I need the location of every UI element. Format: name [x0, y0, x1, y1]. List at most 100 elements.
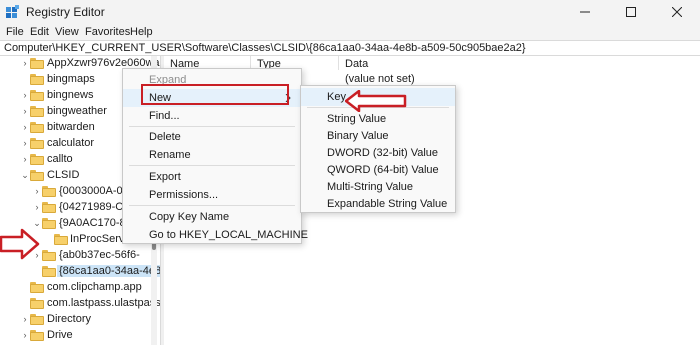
chevron-right-icon[interactable]: ›: [20, 313, 30, 325]
tree-item-label: Drive: [47, 329, 73, 341]
submenu-item-expandable-string-value[interactable]: Expandable String Value: [301, 195, 455, 213]
menu-item-label: Copy Key Name: [149, 211, 230, 223]
tree-item-label: bingweather: [47, 105, 107, 117]
menu-separator: [129, 205, 295, 206]
folder-icon: [42, 186, 56, 197]
menu-separator: [129, 126, 295, 127]
tree-item[interactable]: com.clipchamp.app: [0, 280, 160, 296]
close-button[interactable]: [654, 0, 700, 24]
chevron-right-icon[interactable]: ›: [20, 57, 30, 69]
chevron-right-icon[interactable]: ›: [20, 329, 30, 341]
chevron-right-icon[interactable]: ›: [20, 137, 30, 149]
tree-item-label: {ab0b37ec-56f6-: [59, 249, 140, 261]
folder-icon: [54, 234, 68, 245]
arrow-right-annotation-icon: [0, 228, 40, 260]
tree-item-label: {86ca1aa0-34aa-4e8b-a: [57, 265, 160, 277]
menu-item-label: Rename: [149, 149, 191, 161]
address-bar[interactable]: Computer\HKEY_CURRENT_USER\Software\Clas…: [0, 40, 700, 56]
minimize-button[interactable]: [562, 0, 608, 24]
chevron-down-icon[interactable]: ⌄: [20, 169, 30, 181]
menu-item-label: Delete: [149, 131, 181, 143]
submenu-item-dword-value[interactable]: DWORD (32-bit) Value: [301, 144, 455, 162]
menu-item-label: Find...: [149, 110, 180, 122]
menu-item-label: QWORD (64-bit) Value: [327, 164, 439, 176]
chevron-right-icon[interactable]: ›: [32, 201, 42, 213]
folder-icon: [30, 74, 44, 85]
tree-item[interactable]: › Directory: [0, 312, 160, 328]
menu-item-label: Export: [149, 171, 181, 183]
menu-bar: File Edit View Favorites Help: [0, 24, 700, 40]
menu-item-label: Go to HKEY_LOCAL_MACHINE: [149, 229, 308, 241]
tree-item-label: com.lastpass.ulastpass: [47, 297, 160, 309]
close-icon: [672, 7, 682, 17]
menu-item-label: DWORD (32-bit) Value: [327, 147, 439, 159]
tree-item[interactable]: com.lastpass.ulastpass: [0, 296, 160, 312]
menu-item-label: Permissions...: [149, 189, 219, 201]
menu-item-label: String Value: [327, 113, 387, 125]
menu-item-label: Expandable String Value: [327, 198, 448, 210]
column-header-data[interactable]: Data: [345, 58, 368, 70]
chevron-right-icon[interactable]: ›: [20, 121, 30, 133]
chevron-right-icon[interactable]: ›: [20, 153, 30, 165]
menu-favorites[interactable]: Favorites: [85, 26, 130, 38]
menu-edit[interactable]: Edit: [30, 26, 49, 38]
menu-item-permissions[interactable]: Permissions...: [123, 186, 301, 204]
folder-icon: [30, 90, 44, 101]
menu-file[interactable]: File: [6, 26, 24, 38]
maximize-icon: [626, 7, 636, 17]
submenu-item-string-value[interactable]: String Value: [301, 110, 455, 128]
folder-icon: [30, 122, 44, 133]
menu-item-rename[interactable]: Rename: [123, 146, 301, 164]
folder-icon: [30, 58, 44, 69]
folder-icon: [42, 218, 56, 229]
new-highlight-box: [141, 84, 289, 105]
tree-item[interactable]: › Drive: [0, 328, 160, 344]
folder-icon: [42, 250, 56, 261]
menu-help[interactable]: Help: [130, 26, 153, 38]
folder-icon: [30, 138, 44, 149]
tree-item-label: Directory: [47, 313, 92, 325]
menu-item-label: Multi-String Value: [327, 181, 413, 193]
chevron-right-icon[interactable]: ›: [32, 185, 42, 197]
arrow-left-annotation-icon: [345, 90, 407, 112]
chevron-right-icon[interactable]: ›: [20, 105, 30, 117]
folder-icon: [30, 282, 44, 293]
menu-item-label: Key: [327, 91, 346, 103]
tree-item-label: bingnews: [47, 89, 94, 101]
menu-separator: [129, 165, 295, 166]
tree-item-label: com.clipchamp.app: [47, 281, 142, 293]
address-path[interactable]: Computer\HKEY_CURRENT_USER\Software\Clas…: [4, 42, 526, 54]
menu-view[interactable]: View: [55, 26, 79, 38]
folder-icon: [30, 298, 44, 309]
title-bar: Registry Editor: [0, 0, 700, 24]
menu-item-copy-key-name[interactable]: Copy Key Name: [123, 208, 301, 226]
tree-item-label: bitwarden: [47, 121, 95, 133]
value-data-cell[interactable]: (value not set): [345, 73, 415, 85]
folder-icon: [30, 330, 44, 341]
tree-item-label: bingmaps: [47, 73, 95, 85]
menu-item-export[interactable]: Export: [123, 168, 301, 186]
folder-icon: [42, 202, 56, 213]
tree-item-label: CLSID: [47, 169, 80, 181]
column-divider[interactable]: [338, 56, 339, 70]
menu-item-label: Binary Value: [327, 130, 389, 142]
tree-item-selected[interactable]: {86ca1aa0-34aa-4e8b-a: [0, 264, 160, 280]
tree-item-label: callto: [47, 153, 73, 165]
folder-icon: [30, 154, 44, 165]
menu-item-find[interactable]: Find...: [123, 107, 301, 125]
window-title: Registry Editor: [26, 5, 105, 19]
folder-icon: [30, 106, 44, 117]
minimize-icon: [580, 11, 590, 13]
submenu-item-binary-value[interactable]: Binary Value: [301, 127, 455, 145]
folder-icon: [30, 314, 44, 325]
submenu-item-qword-value[interactable]: QWORD (64-bit) Value: [301, 161, 455, 179]
registry-editor-app-icon: [6, 5, 19, 18]
menu-item-goto-hklm[interactable]: Go to HKEY_LOCAL_MACHINE: [123, 226, 308, 244]
submenu-item-multi-string-value[interactable]: Multi-String Value: [301, 178, 455, 196]
chevron-right-icon[interactable]: ›: [20, 89, 30, 101]
folder-icon: [42, 266, 56, 277]
tree-item-label: calculator: [47, 137, 95, 149]
menu-item-delete[interactable]: Delete: [123, 128, 301, 146]
folder-icon: [30, 170, 44, 181]
maximize-button[interactable]: [608, 0, 654, 24]
